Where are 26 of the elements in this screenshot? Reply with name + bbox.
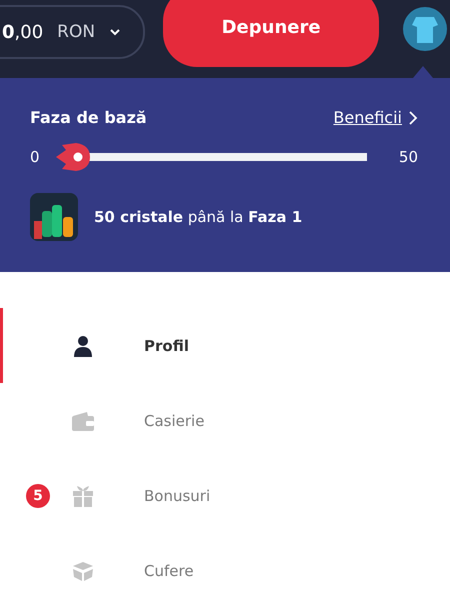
person-icon — [73, 334, 93, 356]
chevron-right-icon — [408, 110, 418, 126]
menu-item[interactable]: 5 Bonusuri — [0, 458, 450, 533]
deposit-button[interactable]: Depunere — [163, 0, 380, 67]
notification-badge: 5 — [26, 484, 50, 508]
balance-amount: 0,00 — [2, 22, 44, 42]
chevron-down-icon — [109, 28, 122, 36]
balance-dropdown[interactable]: 0,00 RON — [0, 5, 146, 59]
progress-max: 50 — [398, 148, 418, 166]
avatar-icon[interactable] — [403, 7, 447, 51]
menu-label: Bonusuri — [144, 486, 210, 504]
box-icon — [71, 560, 95, 582]
menu-item[interactable]: Profil — [0, 308, 450, 383]
menu-item[interactable]: Casierie — [0, 383, 450, 458]
menu-label: Profil — [144, 336, 189, 354]
menu-label: Cufere — [144, 562, 194, 580]
gift-icon — [72, 484, 94, 506]
crystals-message: 50 cristale până la Faza 1 — [94, 208, 302, 226]
menu-label: Casierie — [144, 412, 204, 430]
currency-label: RON — [57, 22, 96, 42]
benefits-link[interactable]: Beneficii — [333, 108, 418, 127]
wallet-icon — [71, 410, 95, 430]
menu-item[interactable]: Cufere — [0, 533, 450, 600]
phase-title: Faza de bază — [30, 108, 147, 127]
crystals-icon — [30, 193, 78, 241]
progress-min: 0 — [30, 148, 40, 166]
